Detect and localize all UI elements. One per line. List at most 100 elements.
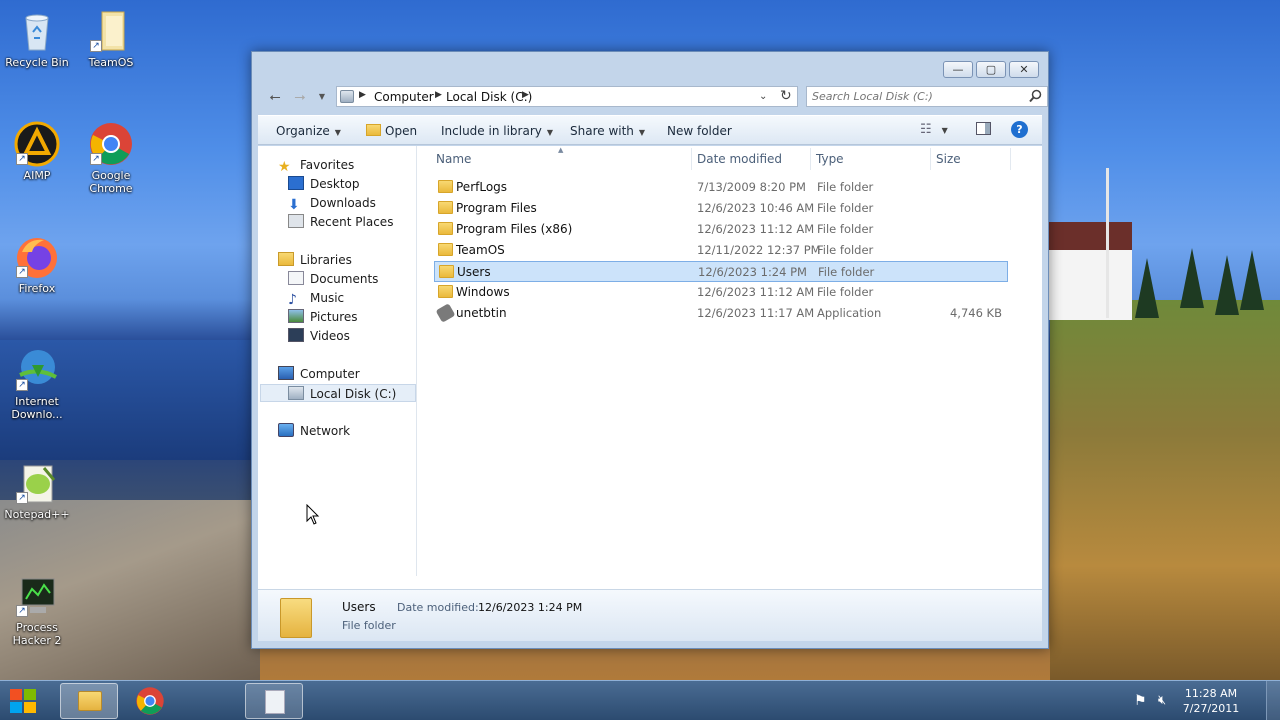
- file-name: Windows: [456, 285, 510, 299]
- address-dropdown-icon[interactable]: ⌄: [759, 91, 767, 102]
- document-icon: [265, 690, 285, 714]
- share-with-button[interactable]: Share with ▼: [570, 124, 645, 138]
- open-button[interactable]: Open: [366, 124, 417, 138]
- column-header-type[interactable]: Type: [816, 152, 844, 166]
- nav-recent-places[interactable]: Recent Places: [288, 213, 393, 231]
- file-type: File folder: [817, 222, 874, 236]
- nav-downloads[interactable]: ⬇ Downloads: [288, 194, 376, 213]
- firefox-icon: ↗: [14, 234, 60, 280]
- breadcrumb-separator[interactable]: ▶: [435, 90, 442, 100]
- nav-music[interactable]: ♪ Music: [288, 289, 344, 308]
- wallpaper-tree: [1135, 258, 1159, 318]
- refresh-icon[interactable]: ↻: [780, 88, 792, 104]
- navigation-pane: ★ Favorites Desktop ⬇ Downloads Recent Pla…: [258, 146, 417, 576]
- computer-icon: [278, 366, 294, 380]
- shortcut-arrow-icon: ↗: [16, 379, 28, 391]
- system-clock[interactable]: 11:28 AM 7/27/2011: [1182, 686, 1240, 716]
- new-folder-button[interactable]: New folder: [667, 124, 732, 138]
- recent-pages-dropdown[interactable]: ▼: [313, 88, 331, 106]
- volume-muted-icon[interactable]: 🔇︎: [1158, 693, 1166, 708]
- wallpaper-tree: [1240, 250, 1264, 310]
- desktop-icon-process-hacker[interactable]: ↗ Process Hacker 2: [0, 573, 77, 647]
- desktop-icon-label: Notepad++: [4, 508, 70, 521]
- search-box[interactable]: [806, 86, 1048, 107]
- file-row[interactable]: PerfLogs 7/13/2009 8:20 PM File folder: [434, 177, 1008, 198]
- shortcut-arrow-icon: ↗: [16, 492, 28, 504]
- column-header-name[interactable]: Name: [436, 152, 471, 166]
- file-size: 4,746 KB: [949, 306, 1002, 320]
- search-input[interactable]: [812, 89, 1022, 104]
- preview-pane-icon: [976, 122, 991, 135]
- nav-pictures[interactable]: Pictures: [288, 308, 358, 326]
- column-header-size[interactable]: Size: [936, 152, 961, 166]
- file-name: Program Files: [456, 201, 537, 215]
- organize-button[interactable]: Organize ▼: [276, 124, 341, 138]
- desktop-icon-recycle-bin[interactable]: Recycle Bin: [0, 8, 77, 69]
- forward-button[interactable]: ⭢: [291, 88, 309, 106]
- nav-local-disk[interactable]: Local Disk (C:): [260, 384, 416, 402]
- idm-icon: ↗: [14, 347, 60, 393]
- shortcut-arrow-icon: ↗: [90, 153, 102, 165]
- column-header-date-modified[interactable]: Date modified: [697, 152, 782, 166]
- command-bar: Organize ▼ Open Include in library ▼ Share…: [258, 115, 1042, 145]
- downloads-icon: ⬇: [288, 197, 300, 213]
- column-divider[interactable]: [1010, 148, 1011, 170]
- desktop-icon-aimp[interactable]: ↗ AIMP: [0, 121, 77, 182]
- help-button[interactable]: ?: [1011, 121, 1028, 138]
- preview-pane-button[interactable]: [976, 122, 991, 138]
- address-bar[interactable]: ▶ Computer ▶ Local Disk (C:) ▶ ⌄ ↻: [336, 86, 798, 107]
- file-row[interactable]: TeamOS 12/11/2022 12:37 PM File folder: [434, 240, 1008, 261]
- taskbar-document-button[interactable]: [245, 683, 303, 719]
- taskbar-chrome-button[interactable]: [122, 683, 180, 719]
- explorer-window: — ▢ ✕ ⭠ ⭢ ▼ ▶ Computer ▶ Local Disk (C:)…: [251, 51, 1049, 649]
- file-row[interactable]: Windows 12/6/2023 11:12 AM File folder: [434, 282, 1008, 303]
- close-button[interactable]: ✕: [1009, 61, 1039, 78]
- folder-icon: [438, 285, 453, 298]
- file-row[interactable]: Program Files (x86) 12/6/2023 11:12 AM Fil…: [434, 219, 1008, 240]
- column-divider[interactable]: [930, 148, 931, 170]
- file-row[interactable]: unetbtin 12/6/2023 11:17 AM Application 4,7…: [434, 303, 1008, 324]
- file-date-modified: 12/6/2023 11:12 AM: [697, 285, 815, 299]
- include-in-library-button[interactable]: Include in library ▼: [441, 124, 553, 138]
- column-divider[interactable]: [691, 148, 692, 170]
- nav-desktop[interactable]: Desktop: [288, 175, 360, 193]
- breadcrumb-computer[interactable]: Computer: [374, 90, 434, 104]
- nav-libraries[interactable]: Libraries: [278, 251, 352, 269]
- minimize-button[interactable]: —: [943, 61, 973, 78]
- action-center-icon[interactable]: ⚑: [1134, 693, 1147, 709]
- taskbar-explorer-button[interactable]: [60, 683, 118, 719]
- change-view-button[interactable]: ☷ ▼: [920, 122, 948, 137]
- search-icon[interactable]: [1029, 89, 1042, 106]
- back-button[interactable]: ⭠: [266, 88, 284, 106]
- file-row[interactable]: Users 12/6/2023 1:24 PM File folder: [434, 261, 1008, 282]
- drive-icon: [288, 386, 304, 400]
- file-list: Name ▲ Date modified Type Size PerfLogs 7…: [432, 146, 1042, 576]
- desktop-icon-internet-download-manager[interactable]: ↗ Internet Downlo...: [0, 347, 77, 421]
- breadcrumb-separator[interactable]: ▶: [359, 90, 366, 100]
- desktop-icon-label: Google Chrome: [89, 169, 133, 195]
- desktop-icon-notepadpp[interactable]: ↗ Notepad++: [0, 460, 77, 521]
- maximize-button[interactable]: ▢: [976, 61, 1006, 78]
- music-icon: ♪: [288, 292, 297, 308]
- address-row: ⭠ ⭢ ▼ ▶ Computer ▶ Local Disk (C:) ▶ ⌄ ↻: [258, 85, 1048, 109]
- open-folder-icon: [366, 124, 381, 136]
- nav-documents[interactable]: Documents: [288, 270, 378, 288]
- file-row[interactable]: Program Files 12/6/2023 10:46 AM File fold…: [434, 198, 1008, 219]
- start-button[interactable]: [6, 684, 46, 718]
- wallpaper-tree: [1180, 248, 1204, 308]
- notepadpp-icon: ↗: [14, 460, 60, 506]
- breadcrumb-separator[interactable]: ▶: [522, 90, 529, 100]
- details-type: File folder: [342, 619, 396, 632]
- column-divider[interactable]: [810, 148, 811, 170]
- breadcrumb-local-disk[interactable]: Local Disk (C:): [446, 90, 532, 104]
- file-date-modified: 7/13/2009 8:20 PM: [697, 180, 806, 194]
- nav-computer[interactable]: Computer: [278, 365, 360, 383]
- windows-logo-icon: [10, 689, 36, 713]
- desktop-icon-teamos[interactable]: ↗ TeamOS: [71, 8, 151, 69]
- nav-network[interactable]: Network: [278, 422, 350, 440]
- nav-favorites[interactable]: ★ Favorites: [278, 156, 354, 175]
- show-desktop-button[interactable]: [1266, 681, 1280, 720]
- desktop-icon-firefox[interactable]: ↗ Firefox: [0, 234, 77, 295]
- desktop-icon-google-chrome[interactable]: ↗ Google Chrome: [71, 121, 151, 195]
- nav-videos[interactable]: Videos: [288, 327, 350, 345]
